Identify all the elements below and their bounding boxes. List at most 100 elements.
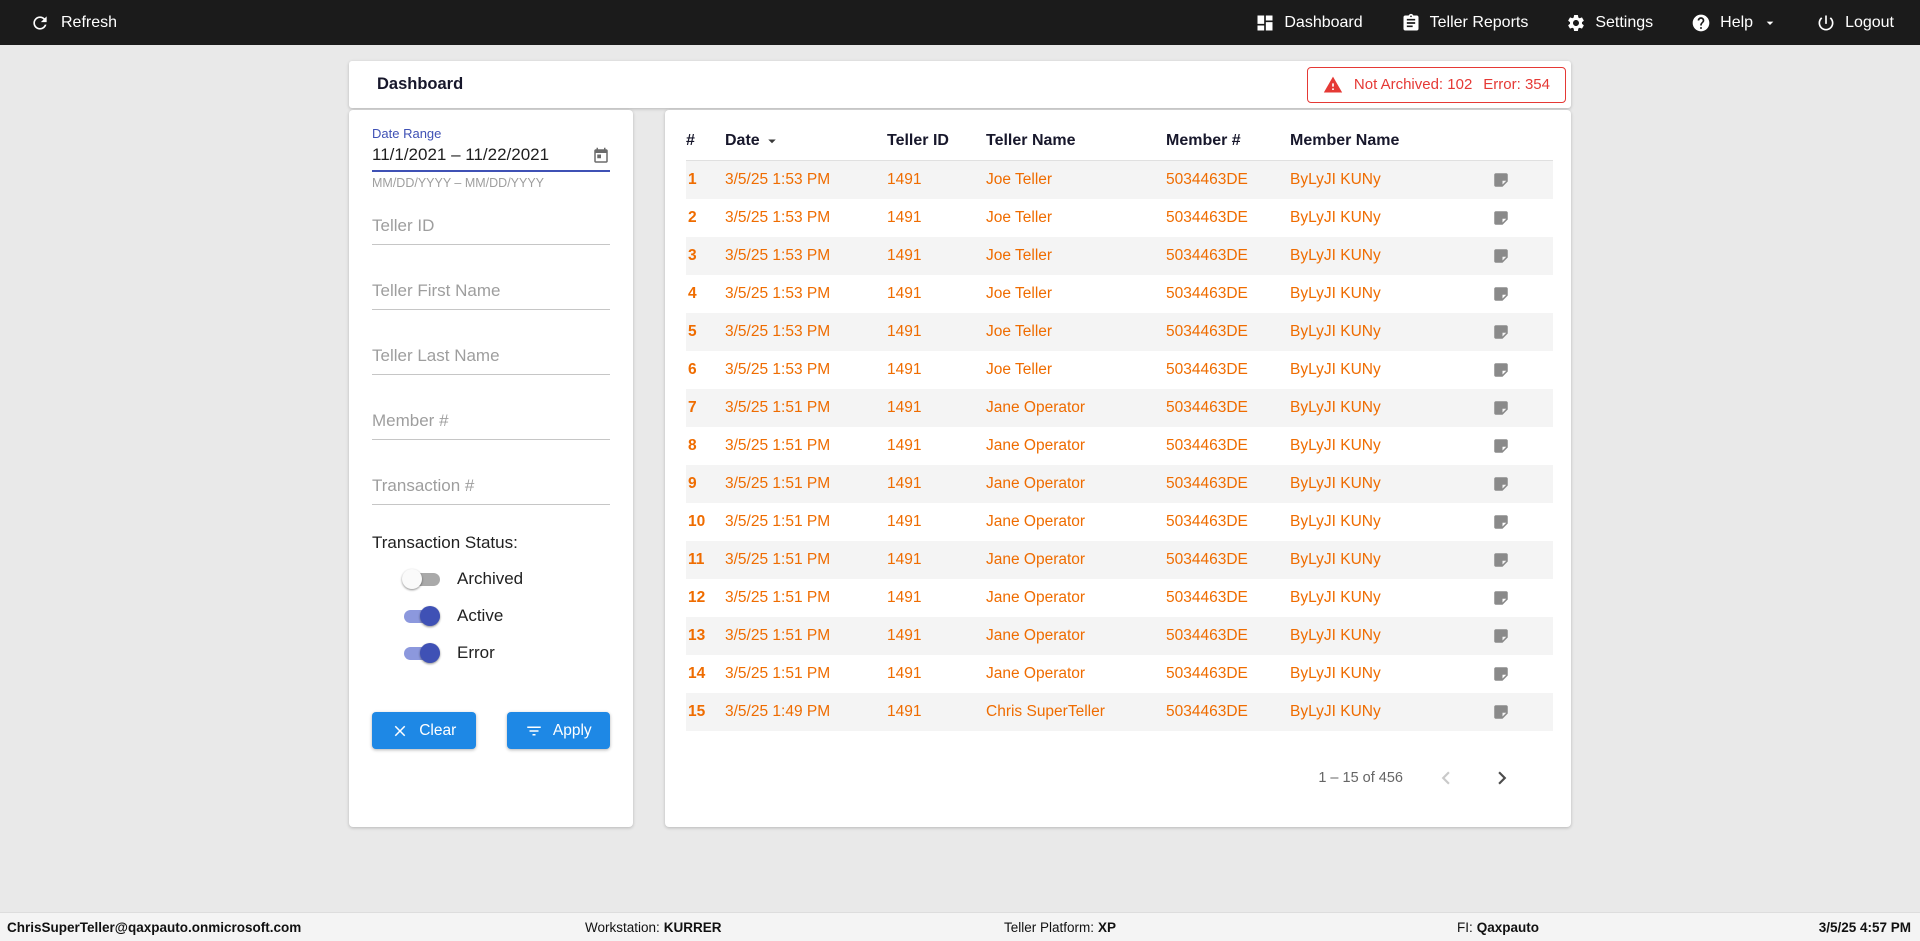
row-note-cell[interactable]: [1488, 389, 1553, 427]
transactions-table-card: # Date Teller ID Teller Name Member # Me…: [665, 110, 1571, 827]
table-row[interactable]: 3 3/5/25 1:53 PM 1491 Joe Teller 5034463…: [686, 236, 1553, 275]
nav-item-settings[interactable]: Settings: [1566, 13, 1653, 33]
row-note-cell[interactable]: [1488, 503, 1553, 541]
note-icon[interactable]: [1492, 247, 1510, 265]
table-row[interactable]: 14 3/5/25 1:51 PM 1491 Jane Operator 503…: [686, 655, 1553, 693]
row-member-name: ByLyJI KUNy: [1290, 398, 1381, 416]
row-note-cell[interactable]: [1488, 275, 1553, 313]
teller-id-input[interactable]: [372, 216, 610, 236]
teller-first-name-input[interactable]: [372, 281, 610, 301]
nav-item-teller-reports[interactable]: Teller Reports: [1401, 13, 1528, 33]
table-row[interactable]: 2 3/5/25 1:53 PM 1491 Joe Teller 5034463…: [686, 199, 1553, 237]
table-row[interactable]: 6 3/5/25 1:53 PM 1491 Joe Teller 5034463…: [686, 351, 1553, 389]
clear-button[interactable]: Clear: [372, 712, 476, 749]
power-icon: [1818, 15, 1834, 30]
table-row[interactable]: 11 3/5/25 1:51 PM 1491 Jane Operator 503…: [686, 540, 1553, 579]
note-icon[interactable]: [1492, 209, 1510, 227]
pagination-prev-button[interactable]: [1433, 765, 1459, 791]
note-icon[interactable]: [1492, 589, 1510, 607]
row-note-cell[interactable]: [1488, 617, 1553, 655]
row-member-number: 5034463DE: [1166, 170, 1248, 188]
table-row[interactable]: 1 3/5/25 1:53 PM 1491 Joe Teller 5034463…: [686, 160, 1553, 199]
teller-platform-info: Teller Platform: XP: [1004, 913, 1116, 941]
note-icon[interactable]: [1492, 323, 1510, 341]
transaction-number-input[interactable]: [372, 476, 610, 496]
row-member-name: ByLyJI KUNy: [1290, 322, 1381, 340]
note-icon[interactable]: [1492, 285, 1510, 303]
note-icon[interactable]: [1492, 665, 1510, 683]
row-teller-name: Jane Operator: [986, 398, 1086, 416]
row-note-cell[interactable]: [1488, 655, 1553, 693]
refresh-button[interactable]: Refresh: [30, 13, 117, 33]
error-count: Error: 354: [1483, 76, 1550, 93]
pagination-next-button[interactable]: [1489, 765, 1515, 791]
row-number: 14: [688, 664, 706, 682]
row-note-cell[interactable]: [1488, 465, 1553, 503]
col-header-number: #: [686, 124, 725, 161]
toggle-switch[interactable]: [402, 569, 442, 589]
member-number-field: [372, 411, 610, 440]
row-number: 8: [688, 436, 697, 454]
table-row[interactable]: 12 3/5/25 1:51 PM 1491 Jane Operator 503…: [686, 579, 1553, 617]
calendar-icon[interactable]: [592, 147, 610, 165]
row-date: 3/5/25 1:53 PM: [725, 208, 831, 226]
toggle-switch[interactable]: [402, 643, 442, 663]
row-note-cell[interactable]: [1488, 199, 1553, 237]
row-note-cell[interactable]: [1488, 427, 1553, 465]
row-note-cell[interactable]: [1488, 313, 1553, 351]
transaction-number-field: [372, 476, 610, 505]
table-row[interactable]: 15 3/5/25 1:49 PM 1491 Chris SuperTeller…: [686, 692, 1553, 731]
date-range-input[interactable]: [372, 145, 592, 165]
row-teller-name: Joe Teller: [986, 360, 1053, 378]
toggle-error[interactable]: Error: [402, 642, 610, 664]
note-icon[interactable]: [1492, 399, 1510, 417]
toggle-archived[interactable]: Archived: [402, 568, 610, 590]
note-icon[interactable]: [1492, 703, 1510, 721]
table-row[interactable]: 9 3/5/25 1:51 PM 1491 Jane Operator 5034…: [686, 464, 1553, 503]
nav-item-logout[interactable]: Logout: [1816, 13, 1894, 33]
row-note-cell[interactable]: [1488, 693, 1553, 731]
row-teller-name: Jane Operator: [986, 664, 1086, 682]
table-row[interactable]: 7 3/5/25 1:51 PM 1491 Jane Operator 5034…: [686, 388, 1553, 427]
toggle-label: Archived: [457, 569, 524, 588]
table-row[interactable]: 8 3/5/25 1:51 PM 1491 Jane Operator 5034…: [686, 427, 1553, 465]
note-icon[interactable]: [1492, 171, 1510, 189]
nav-label: Dashboard: [1284, 13, 1363, 31]
row-member-name: ByLyJI KUNy: [1290, 588, 1381, 606]
row-teller-name: Joe Teller: [986, 284, 1053, 302]
table-row[interactable]: 4 3/5/25 1:53 PM 1491 Joe Teller 5034463…: [686, 275, 1553, 313]
table-row[interactable]: 5 3/5/25 1:53 PM 1491 Joe Teller 5034463…: [686, 312, 1553, 351]
toggle-active[interactable]: Active: [402, 605, 610, 627]
table-row[interactable]: 10 3/5/25 1:51 PM 1491 Jane Operator 503…: [686, 503, 1553, 541]
row-note-cell[interactable]: [1488, 351, 1553, 389]
platform-label: Teller Platform:: [1004, 919, 1095, 935]
note-icon[interactable]: [1492, 437, 1510, 455]
nav-item-dashboard[interactable]: Dashboard: [1255, 13, 1363, 33]
note-icon[interactable]: [1492, 361, 1510, 379]
col-header-date[interactable]: Date: [725, 124, 887, 161]
teller-last-name-input[interactable]: [372, 346, 610, 366]
note-icon[interactable]: [1492, 627, 1510, 645]
teller-first-name-field: [372, 281, 610, 310]
row-teller-name: Chris SuperTeller: [986, 702, 1105, 720]
row-member-number: 5034463DE: [1166, 702, 1248, 720]
table-row[interactable]: 13 3/5/25 1:51 PM 1491 Jane Operator 503…: [686, 616, 1553, 655]
nav-item-help[interactable]: Help: [1691, 13, 1778, 33]
member-number-input[interactable]: [372, 411, 610, 431]
note-icon[interactable]: [1492, 513, 1510, 531]
row-note-cell[interactable]: [1488, 579, 1553, 617]
row-member-number: 5034463DE: [1166, 360, 1248, 378]
row-date: 3/5/25 1:53 PM: [725, 284, 831, 302]
row-note-cell[interactable]: [1488, 161, 1553, 199]
row-teller-name: Joe Teller: [986, 170, 1053, 188]
row-member-number: 5034463DE: [1166, 208, 1248, 226]
row-note-cell[interactable]: [1488, 541, 1553, 579]
workstation-info: Workstation: KURRER: [585, 913, 722, 941]
note-icon[interactable]: [1492, 551, 1510, 569]
apply-button[interactable]: Apply: [506, 712, 610, 749]
note-icon[interactable]: [1492, 475, 1510, 493]
toggle-switch[interactable]: [402, 606, 442, 626]
workstation-value: KURRER: [663, 919, 722, 935]
col-header-teller-id: Teller ID: [887, 124, 986, 161]
row-note-cell[interactable]: [1488, 237, 1553, 275]
